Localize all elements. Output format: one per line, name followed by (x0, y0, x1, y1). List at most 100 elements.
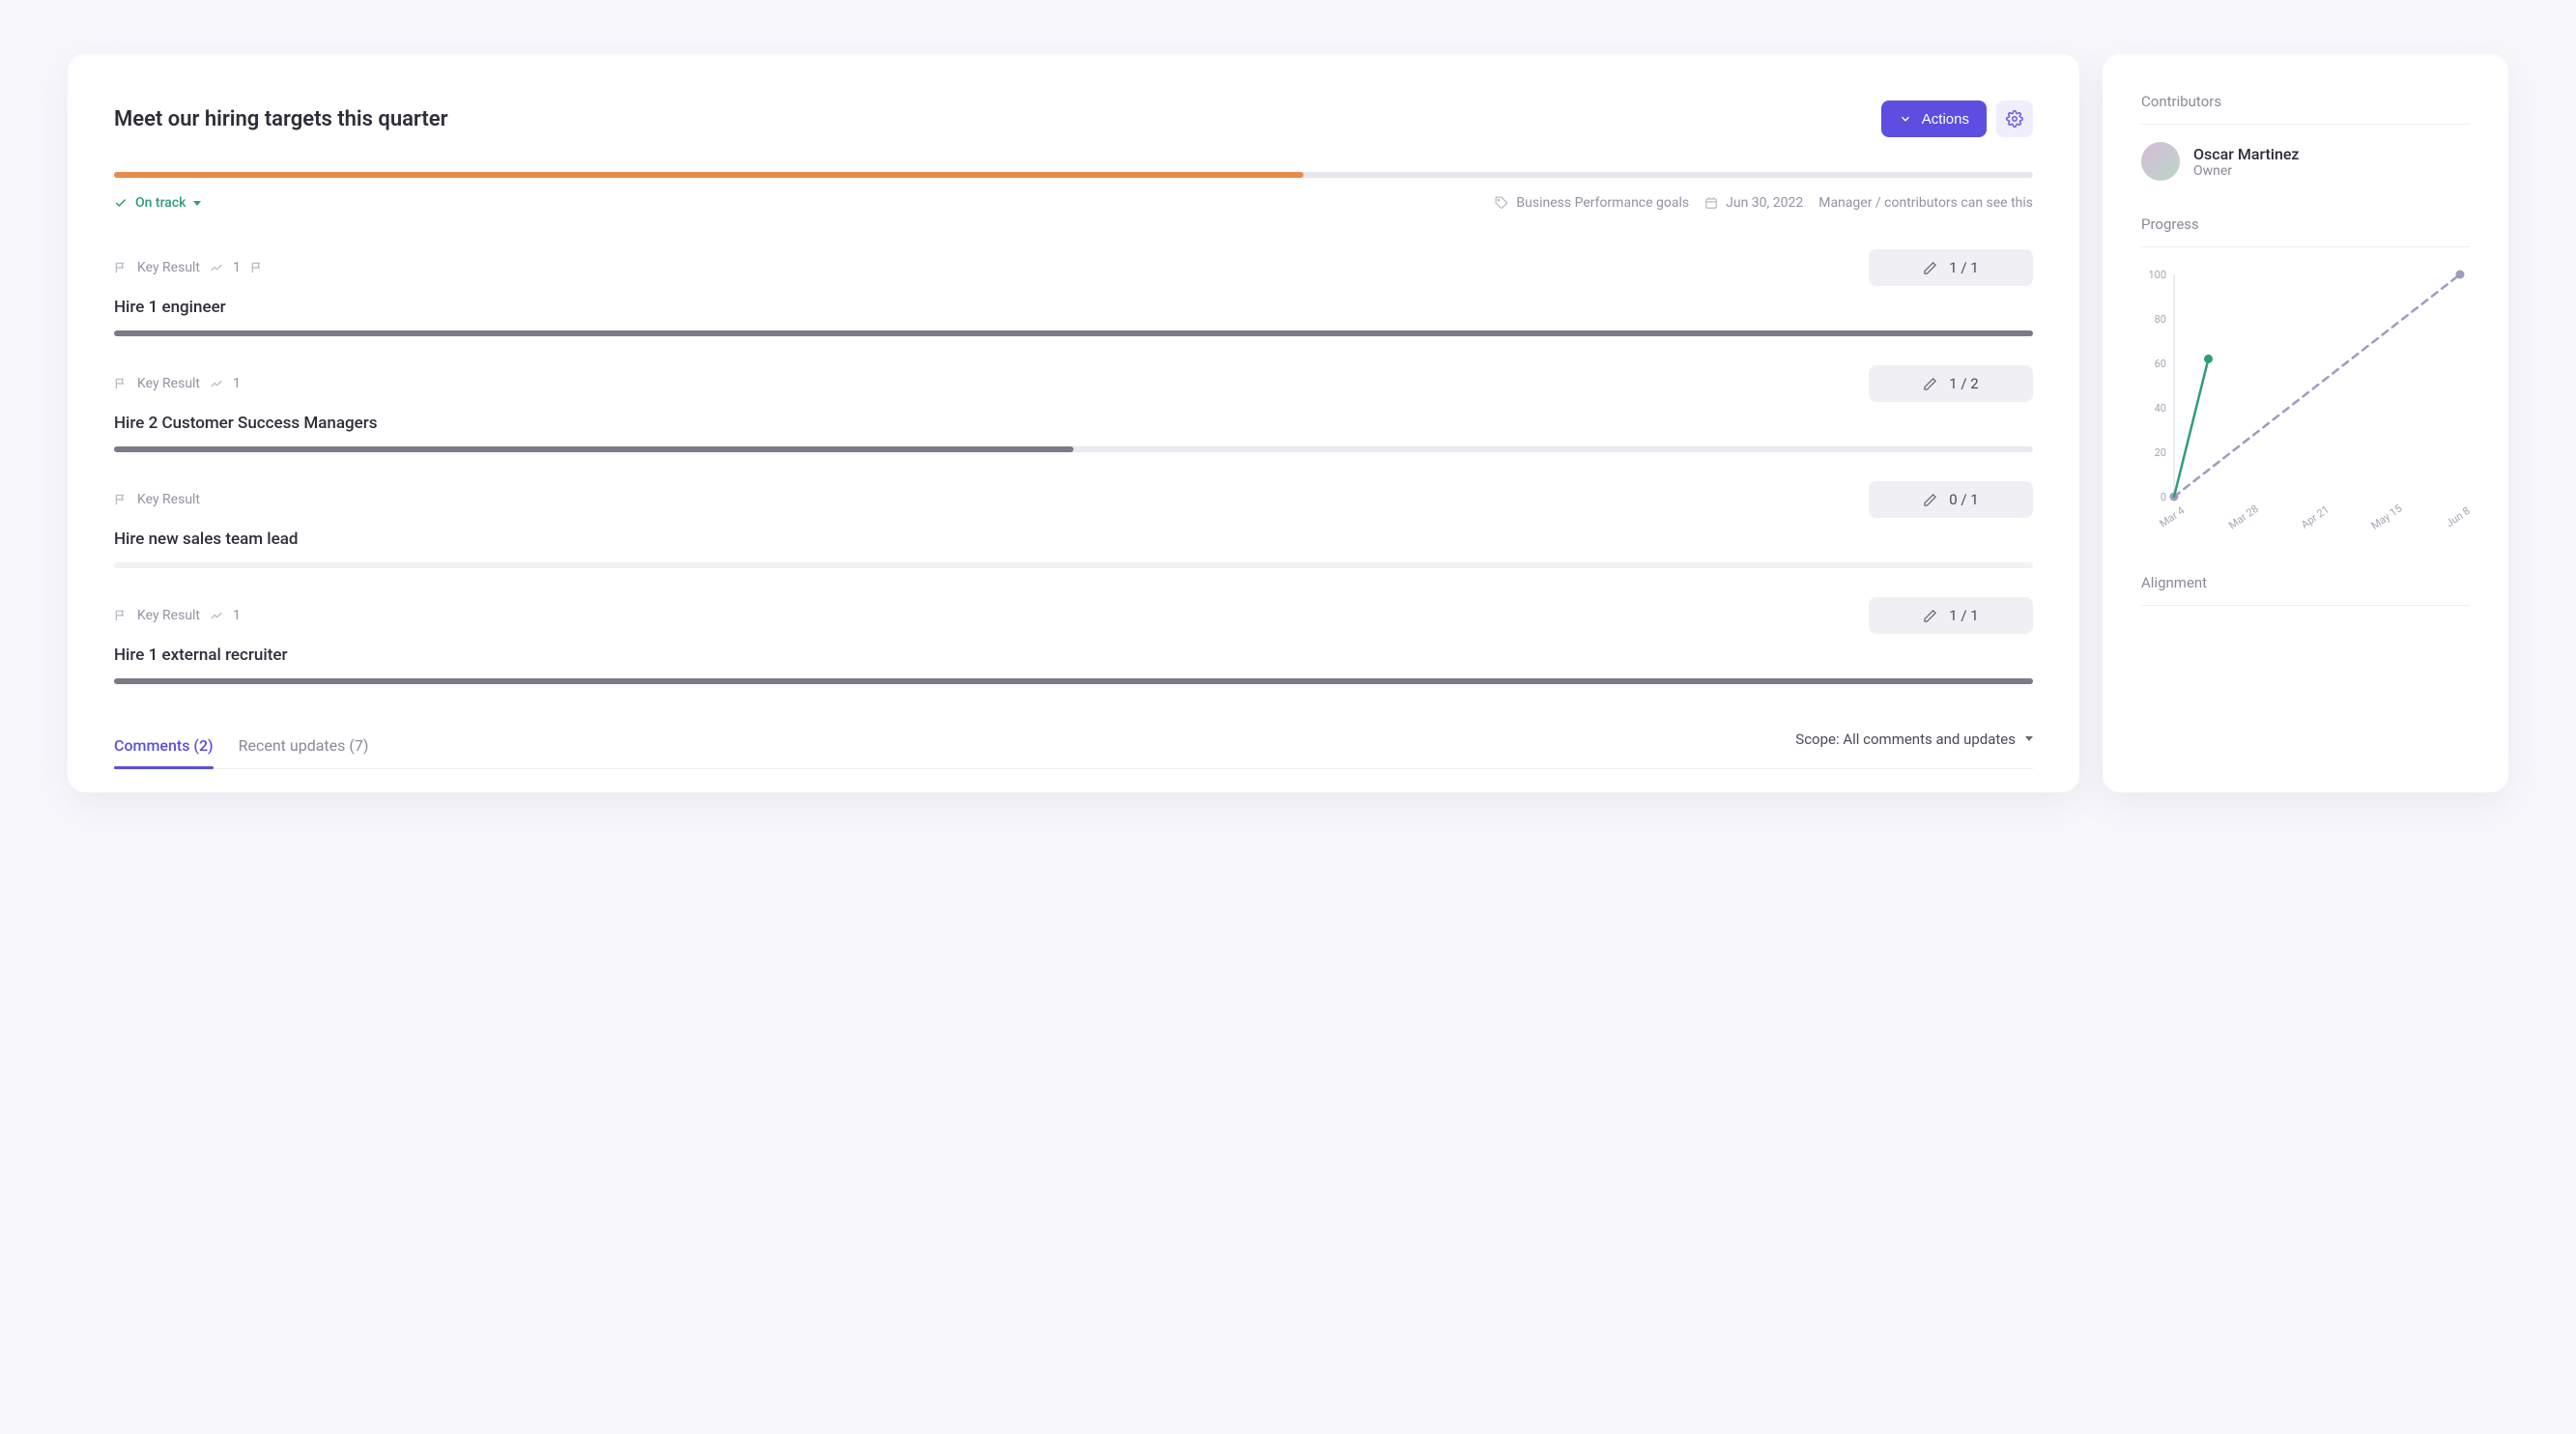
key-result: Key Result11 / 2Hire 2 Customer Success … (114, 365, 2033, 452)
tab-updates[interactable]: Recent updates (7) (239, 723, 369, 768)
header-actions: Actions (1881, 100, 2033, 137)
tabs-row: Comments (2) Recent updates (7) Scope: A… (114, 723, 2033, 769)
key-result-value: 1 / 1 (1949, 259, 1979, 276)
key-result-progress-fill (114, 446, 1073, 452)
key-result-progress-bar (114, 678, 2033, 684)
key-result-type-label: Key Result (137, 492, 200, 507)
contributor-row[interactable]: Oscar Martinez Owner (2141, 142, 2470, 181)
tab-comments-label: Comments (2) (114, 736, 214, 755)
key-result-chart-count: 1 (233, 376, 241, 391)
flag-icon (250, 261, 264, 274)
edit-value-button[interactable]: 1 / 1 (1869, 249, 2033, 286)
key-result-progress-bar (114, 330, 2033, 336)
progress-chart: 0 20 40 60 80 100 Mar 4 Mar 28 Apr 21 May 15 Jun 8 (2141, 265, 2470, 545)
key-result-header: Key Result 1 1 / 1 (114, 249, 2033, 286)
chevron-down-icon (1899, 112, 1912, 126)
contributor-role: Owner (2193, 163, 2299, 179)
key-result: Key Result 0 / 1 Hire new sales team lead (114, 481, 2033, 568)
svg-text:Apr 21: Apr 21 (2299, 503, 2332, 531)
edit-value-button[interactable]: 1 / 2 (1869, 365, 2033, 402)
key-result-progress-fill (114, 330, 2033, 336)
caret-down-icon (2025, 736, 2033, 741)
visibility-text: Manager / contributors can see this (1818, 195, 2033, 211)
tab-comments[interactable]: Comments (2) (114, 723, 214, 768)
key-result-tags: Key Result (114, 492, 200, 507)
key-result-tags: Key Result 1 (114, 376, 241, 391)
svg-text:Jun 8: Jun 8 (2444, 504, 2470, 530)
svg-text:100: 100 (2148, 269, 2166, 281)
key-result-type-label: Key Result (137, 608, 200, 623)
due-date-text: Jun 30, 2022 (1726, 195, 1803, 211)
key-result-tags: Key Result 1 (114, 608, 241, 623)
key-result-progress-bar (114, 446, 2033, 452)
key-result-value: 1 / 2 (1949, 375, 1979, 392)
svg-text:40: 40 (2155, 402, 2166, 415)
key-result-header: Key Result 0 / 1 (114, 481, 2033, 518)
scope-label: Scope: All comments and updates (1795, 731, 2016, 748)
flag-icon (114, 261, 128, 274)
overall-progress-fill (114, 172, 1303, 178)
chart-icon (210, 261, 223, 274)
key-result-value: 0 / 1 (1949, 491, 1979, 508)
flag-icon (114, 609, 128, 622)
category-chip[interactable]: Business Performance goals (1495, 195, 1689, 211)
tag-icon (1495, 196, 1508, 210)
key-result: Key Result 1 1 / 1 Hire 1 external recruite… (114, 597, 2033, 684)
pencil-icon (1923, 377, 1937, 391)
pencil-icon (1923, 609, 1937, 623)
key-result-title: Hire 1 external recruiter (114, 645, 2033, 665)
pencil-icon (1923, 493, 1937, 507)
goal-title: Meet our hiring targets this quarter (114, 107, 448, 131)
flag-icon (114, 493, 128, 506)
svg-text:80: 80 (2155, 313, 2166, 326)
chart-icon (210, 377, 223, 390)
key-result-progress-fill (114, 678, 2033, 684)
pencil-icon (1923, 261, 1937, 275)
goal-header: Meet our hiring targets this quarter Act… (114, 100, 2033, 137)
gear-icon (2006, 110, 2023, 128)
key-result-title: Hire 1 engineer (114, 298, 2033, 317)
check-icon (114, 196, 128, 210)
status-dropdown[interactable]: On track (114, 195, 201, 211)
scope-dropdown[interactable]: Scope: All comments and updates (1795, 731, 2033, 761)
key-result-type-label: Key Result (137, 260, 200, 275)
calendar-icon (1704, 196, 1718, 210)
key-result-chart-count: 1 (233, 608, 241, 623)
key-result: Key Result 1 1 / 1 Hire 1 engineer (114, 249, 2033, 336)
svg-text:Mar 28: Mar 28 (2226, 502, 2261, 531)
tab-updates-label: Recent updates (7) (239, 736, 369, 755)
key-result-header: Key Result 1 1 / 1 (114, 597, 2033, 634)
flag-icon (114, 377, 128, 390)
svg-text:20: 20 (2155, 446, 2166, 459)
svg-text:60: 60 (2155, 358, 2166, 370)
tabs: Comments (2) Recent updates (7) (114, 723, 368, 768)
key-result-chart-count: 1 (233, 260, 241, 275)
svg-text:May 15: May 15 (2369, 502, 2405, 532)
goal-meta-row: On track Business Performance goals Jun … (114, 195, 2033, 211)
key-result-header: Key Result 1 1 / 2 (114, 365, 2033, 402)
settings-button[interactable] (1996, 100, 2033, 137)
key-result-type-label: Key Result (137, 376, 200, 391)
actions-button-label: Actions (1922, 111, 1969, 128)
progress-title: Progress (2141, 215, 2470, 247)
overall-progress-bar (114, 172, 2033, 178)
svg-text:0: 0 (2161, 491, 2166, 503)
alignment-title: Alignment (2141, 574, 2470, 606)
key-result-title: Hire new sales team lead (114, 530, 2033, 549)
goal-main-card: Meet our hiring targets this quarter Act… (68, 54, 2079, 792)
key-result-value: 1 / 1 (1949, 607, 1979, 624)
category-text: Business Performance goals (1516, 195, 1689, 211)
svg-text:Mar 4: Mar 4 (2158, 504, 2188, 531)
key-results-list: Key Result11 / 1Hire 1 engineerKey Resul… (114, 249, 2033, 684)
edit-value-button[interactable]: 0 / 1 (1869, 481, 2033, 518)
actions-button[interactable]: Actions (1881, 100, 1987, 137)
status-label: On track (135, 195, 186, 211)
caret-down-icon (193, 201, 201, 206)
avatar (2141, 142, 2180, 181)
due-date-chip[interactable]: Jun 30, 2022 (1704, 195, 1803, 211)
contributors-title: Contributors (2141, 93, 2470, 125)
edit-value-button[interactable]: 1 / 1 (1869, 597, 2033, 634)
key-result-tags: Key Result 1 (114, 260, 264, 275)
chart-icon (210, 609, 223, 622)
key-result-progress-bar (114, 562, 2033, 568)
